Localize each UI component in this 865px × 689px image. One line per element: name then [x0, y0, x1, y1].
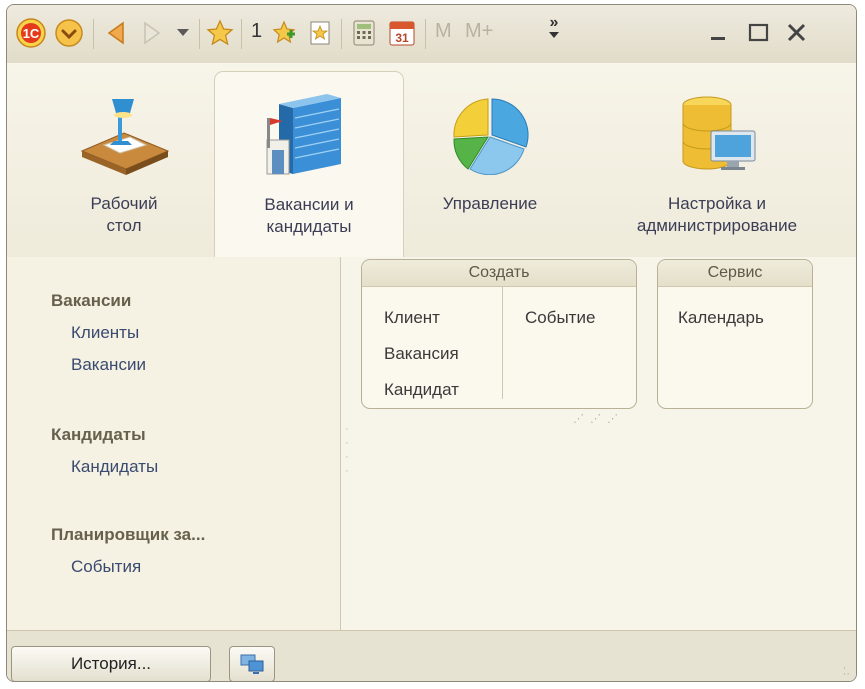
- status-bar: История... · ··: [7, 630, 856, 681]
- section-management[interactable]: Управление: [415, 63, 565, 257]
- calendar-icon[interactable]: 31: [387, 18, 417, 48]
- main-window: 1С 1 31 M M+ » Рабочий стол Вакансии и к…: [6, 4, 857, 682]
- memory-m-plus-icon[interactable]: M+: [465, 20, 493, 43]
- section-settings-admin[interactable]: Настройка и администрирование: [607, 63, 827, 257]
- svg-text:1С: 1С: [23, 26, 40, 41]
- database-monitor-icon: [667, 93, 767, 175]
- nav-link-candidates[interactable]: Кандидаты: [71, 457, 158, 477]
- create-panel-title: Создать: [362, 260, 636, 287]
- nav-link-vacancies[interactable]: Вакансии: [71, 355, 146, 375]
- minimize-icon[interactable]: [707, 19, 731, 47]
- nav-group-scheduler: Планировщик за...: [51, 525, 206, 544]
- nav-link-clients[interactable]: Клиенты: [71, 323, 139, 343]
- section-label: Рабочий стол: [90, 194, 158, 235]
- windows-switch-icon[interactable]: [229, 646, 275, 681]
- office-building-icon: [259, 94, 359, 176]
- panel-divider: [502, 287, 503, 399]
- desk-lamp-icon: [74, 93, 174, 175]
- back-icon[interactable]: [103, 19, 131, 47]
- window-resize-grip[interactable]: · ··: [843, 663, 850, 680]
- close-icon[interactable]: [783, 19, 811, 47]
- history-button[interactable]: История...: [11, 646, 211, 681]
- create-client-command[interactable]: Клиент: [384, 308, 440, 328]
- create-event-command[interactable]: Событие: [525, 308, 595, 328]
- nav-group-candidates: Кандидаты: [51, 425, 146, 444]
- create-vacancy-command[interactable]: Вакансия: [384, 344, 459, 364]
- 1c-logo-icon[interactable]: 1С: [15, 17, 47, 49]
- service-panel: Сервис Календарь: [657, 259, 813, 409]
- splitter-grip[interactable]: · · · ·: [345, 422, 349, 478]
- calculator-icon[interactable]: [351, 19, 377, 47]
- create-panel: Создать Клиент Вакансия Кандидат Событие: [361, 259, 637, 409]
- title-toolbar: 1С 1 31 M M+ »: [7, 5, 856, 63]
- memory-m-icon[interactable]: M: [435, 20, 452, 43]
- svg-text:31: 31: [395, 31, 409, 45]
- pie-chart-icon: [440, 93, 540, 175]
- history-count-badge: 1: [251, 20, 263, 42]
- favorites-star-icon[interactable]: [205, 18, 235, 48]
- section-label: Управление: [442, 194, 538, 213]
- service-panel-title: Сервис: [658, 260, 812, 287]
- main-area: Создать Клиент Вакансия Кандидат Событие…: [341, 257, 856, 630]
- main-menu-icon[interactable]: [53, 17, 85, 49]
- section-label: Вакансии и кандидаты: [264, 195, 354, 236]
- add-to-favorites-icon[interactable]: [269, 18, 299, 48]
- history-dropdown-icon[interactable]: [173, 22, 193, 42]
- nav-link-events[interactable]: События: [71, 557, 141, 577]
- nav-group-vacancies: Вакансии: [51, 291, 132, 310]
- forward-icon[interactable]: [137, 19, 165, 47]
- bookmark-icon[interactable]: [307, 19, 333, 47]
- overflow-menu-icon[interactable]: »: [547, 15, 561, 39]
- section-vacancies-candidates[interactable]: Вакансии и кандидаты: [214, 71, 404, 258]
- section-label: Настройка и администрирование: [636, 194, 798, 235]
- section-desktop[interactable]: Рабочий стол: [49, 63, 199, 257]
- navigation-panel: Вакансии Клиенты Вакансии Кандидаты Канд…: [7, 257, 341, 630]
- sections-panel: Рабочий стол Вакансии и кандидаты Управл…: [7, 63, 856, 258]
- resize-grip[interactable]: ⋰⋰⋰: [573, 412, 624, 425]
- calendar-command[interactable]: Календарь: [678, 308, 764, 328]
- maximize-icon[interactable]: [745, 19, 773, 47]
- create-candidate-command[interactable]: Кандидат: [384, 380, 459, 400]
